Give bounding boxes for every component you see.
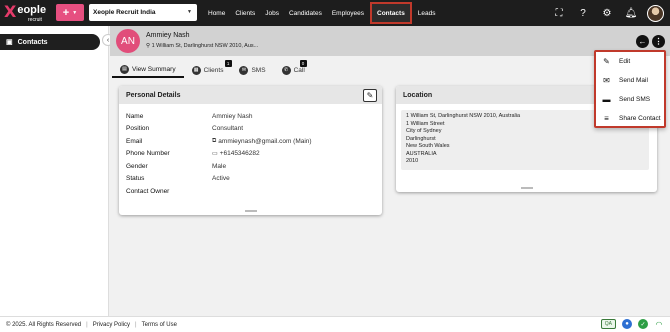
detail-row-gender: Gender Male [126,162,227,170]
chevron-down-icon: ▼ [187,9,192,15]
sidebar-item-contacts[interactable]: ▣ Contacts [0,34,100,50]
menu-item-edit[interactable]: ✎ Edit [596,52,664,71]
clients-icon: ▦ [191,65,201,75]
personal-details-title: Personal Details [119,86,382,104]
main-nav: Home Clients Jobs Candidates Employees C… [203,0,441,26]
email-link[interactable]: ammieynash@gmail.com (Main) [218,138,311,145]
copy-icon[interactable]: ⧉ [212,138,216,145]
nav-leads[interactable]: Leads [413,0,441,26]
bell-icon[interactable]: 🔔︎ [619,0,643,26]
more-options-button[interactable]: ⋮ [652,35,665,48]
footer-status: QA ● ✓ ◠ [600,319,664,329]
environment-badge: QA [600,319,616,329]
details-list: Name Ammiey Nash Position Consultant Ema… [126,110,376,198]
sms-icon: ✉ [239,65,249,75]
nav-jobs[interactable]: Jobs [260,0,284,26]
tab-view-summary[interactable]: ▤ View Summary [112,62,184,78]
contact-address: ⚲ 1 William St, Darlinghurst NSW 2010, A… [146,43,259,49]
nav-contacts[interactable]: Contacts [370,2,412,24]
detail-row-email: Email ⧉ ammieynash@gmail.com (Main) [126,137,312,145]
detail-row-phone: Phone Number ▭ +6145346282 [126,150,260,158]
detail-row-status: Status Active [126,175,230,183]
sms-icon[interactable]: ▭ [212,150,218,157]
tab-call[interactable]: ✆ Call 0 [274,60,313,78]
personal-details-card: Personal Details ✎ Name Ammiey Nash Posi… [119,86,382,215]
copyright-text: © 2025. All Rights Reserved [6,321,82,328]
menu-item-send-sms[interactable]: ▬ Send SMS [596,90,664,109]
organization-select[interactable]: Xeople Recruit India ▼ [89,4,197,21]
fullscreen-icon[interactable]: ⛶ [547,0,571,26]
menu-item-send-mail[interactable]: ✉ Send Mail [596,71,664,90]
tab-clients[interactable]: ▦ Clients 1 [184,60,232,78]
nav-clients[interactable]: Clients [230,0,260,26]
tab-sms[interactable]: ✉ SMS [231,62,273,78]
help-icon[interactable]: ? [571,0,595,26]
quick-add-button[interactable]: + ▼ [56,4,84,21]
top-navbar: X eople recruit + ▼ Xeople Recruit India … [0,0,670,26]
contacts-icon: ▣ [6,39,13,46]
user-avatar[interactable] [647,4,664,22]
summary-icon: ▤ [120,64,129,74]
nav-candidates[interactable]: Candidates [284,0,327,26]
call-icon: ✆ [281,65,291,75]
detail-row-name: Name Ammiey Nash [126,112,253,120]
contact-tabs: ▤ View Summary ▦ Clients 1 ✉ SMS ✆ Call … [112,60,313,78]
top-icons: ⛶ ? ⚙ 🔔︎ [547,0,670,26]
phone-link[interactable]: +6145346282 [220,150,260,157]
mail-icon: ✉ [603,76,610,85]
sidebar: ▣ Contacts [0,26,109,316]
terms-of-use-link[interactable]: Terms of Use [142,322,177,328]
contact-name: Ammiey Nash [146,32,190,39]
detail-row-position: Position Consultant [126,125,244,133]
pencil-icon: ✎ [603,57,610,66]
contact-header [110,26,670,56]
nav-employees[interactable]: Employees [327,0,369,26]
share-icon: ≡ [604,114,609,123]
more-options-menu: ✎ Edit ✉ Send Mail ▬ Send SMS ≡ Share Co… [594,50,666,128]
chevron-down-icon: ▼ [72,9,78,16]
footer: © 2025. All Rights Reserved | Privacy Po… [0,316,670,332]
location-pin-icon: ⚲ [146,43,151,49]
edit-details-button[interactable]: ✎ [363,89,377,102]
contact-avatar: AN [116,29,140,53]
back-button[interactable]: ← [636,35,649,48]
privacy-policy-link[interactable]: Privacy Policy [93,322,130,328]
detail-row-contact-owner: Contact Owner [126,187,170,195]
call-count-badge: 0 [299,60,307,67]
resize-handle[interactable] [520,187,533,189]
sms-icon: ▬ [602,95,611,104]
user-icon[interactable]: ● [622,319,632,329]
xeople-logo[interactable]: X eople recruit [4,3,46,23]
menu-item-share-contact[interactable]: ≡ Share Contact [596,109,664,128]
check-icon: ✓ [638,319,648,329]
settings-icon[interactable]: ⚙ [595,0,619,26]
wifi-icon: ◠ [654,319,664,329]
resize-handle[interactable] [244,210,257,212]
nav-home[interactable]: Home [203,0,230,26]
